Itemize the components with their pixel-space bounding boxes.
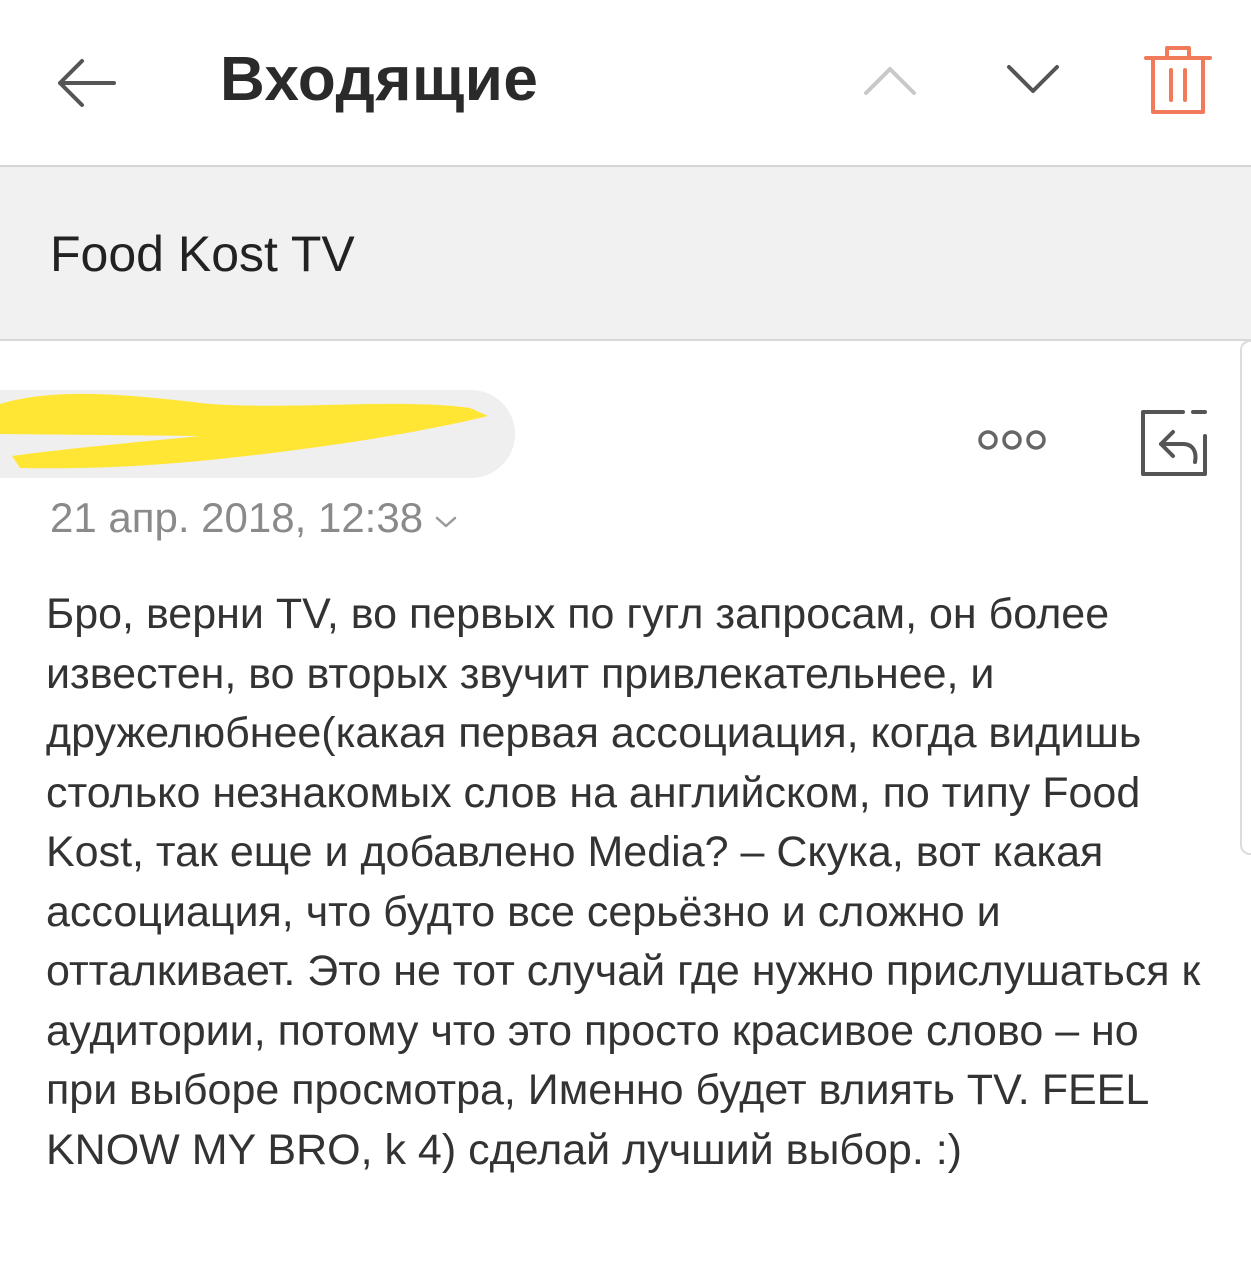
more-dots-icon [978,430,1046,450]
scrollbar[interactable] [1240,340,1251,855]
trash-icon [1144,46,1212,114]
sender-chip[interactable] [0,390,515,478]
reply-icon [1141,410,1207,476]
redaction-mark [0,393,488,469]
date-row[interactable]: 21 апр. 2018, 12:38 [50,494,457,542]
subject-bar: Food Kost TV [0,167,1251,341]
page-title: Входящие [220,45,539,114]
next-message-button[interactable] [998,50,1068,110]
chevron-down-icon [435,516,457,528]
message-subject: Food Kost TV [50,226,355,282]
arrow-left-icon [58,59,116,107]
previous-message-button[interactable] [855,50,925,110]
more-options-button[interactable] [972,420,1052,460]
reply-button[interactable] [1136,405,1212,481]
message-body: Бро, верни TV, во первых по гугл запроса… [46,590,1213,1174]
back-button[interactable] [50,48,120,118]
chevron-down-icon [1007,65,1059,93]
chevron-up-icon [864,67,916,95]
message-date: 21 апр. 2018, 12:38 [50,494,424,541]
top-toolbar: Входящие [0,0,1251,167]
delete-button[interactable] [1138,40,1218,120]
